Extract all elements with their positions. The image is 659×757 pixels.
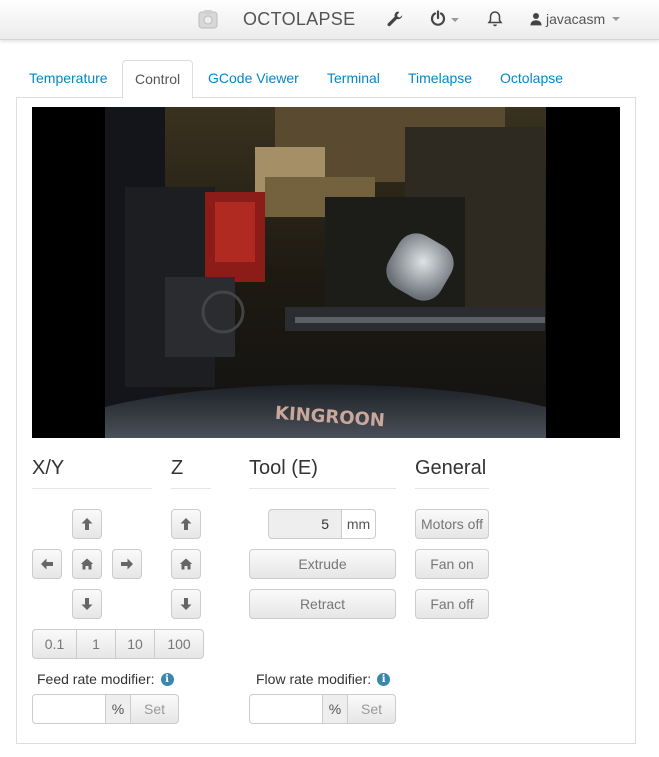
jog-y-minus-button[interactable] <box>72 589 102 619</box>
feed-rate-input[interactable] <box>32 694 106 724</box>
home-xy-button[interactable] <box>72 549 102 579</box>
section-title-tool: Tool (E) <box>249 457 318 479</box>
arrow-down-icon <box>180 598 192 610</box>
username: javacasm <box>546 11 606 27</box>
info-icon[interactable]: i <box>377 672 391 686</box>
divider <box>171 488 211 489</box>
extrude-amount-group: mm <box>268 509 376 539</box>
tab-bar: Temperature Control GCode Viewer Termina… <box>16 60 636 99</box>
extrude-amount-input[interactable] <box>268 509 342 539</box>
jog-y-plus-button[interactable] <box>72 509 102 539</box>
feed-rate-set-button[interactable]: Set <box>131 694 179 724</box>
step-100-button[interactable]: 100 <box>154 629 204 659</box>
step-1-button[interactable]: 1 <box>76 629 116 659</box>
fan-on-button[interactable]: Fan on <box>415 549 489 579</box>
arrow-right-icon <box>121 558 133 570</box>
flow-rate-label: Flow rate modifier: <box>256 671 372 687</box>
jog-z-plus-button[interactable] <box>171 509 201 539</box>
motors-off-button[interactable]: Motors off <box>415 509 489 539</box>
flow-rate-group: % Set <box>249 694 396 724</box>
home-z-button[interactable] <box>171 549 201 579</box>
jog-x-minus-button[interactable] <box>32 549 62 579</box>
tab-control[interactable]: Control <box>122 60 194 99</box>
bell-icon[interactable] <box>486 10 504 28</box>
divider <box>32 488 152 489</box>
flow-rate-unit: % <box>323 694 348 724</box>
feed-rate-unit: % <box>106 694 131 724</box>
feed-rate-group: % Set <box>32 694 179 724</box>
webcam-image: KINGROON <box>105 107 546 438</box>
user-icon <box>530 13 542 26</box>
brand-title[interactable]: OCTOLAPSE <box>243 9 355 30</box>
tab-timelapse[interactable]: Timelapse <box>396 60 484 98</box>
arrow-up-icon <box>81 518 93 530</box>
home-icon <box>80 558 94 570</box>
section-title-z: Z <box>171 457 184 479</box>
step-0.1-button[interactable]: 0.1 <box>32 629 77 659</box>
section-title-general: General <box>415 457 487 479</box>
fan-off-button[interactable]: Fan off <box>415 589 489 619</box>
webcam-stream: KINGROON <box>32 107 620 438</box>
octoprint-logo-icon[interactable] <box>197 8 219 30</box>
flow-rate-label-row: Flow rate modifier: i <box>256 671 391 687</box>
retract-button[interactable]: Retract <box>249 589 396 619</box>
user-menu[interactable]: javacasm <box>530 10 621 28</box>
section-title-xy: X/Y <box>32 457 65 479</box>
step-10-button[interactable]: 10 <box>115 629 155 659</box>
arrow-down-icon <box>81 598 93 610</box>
wrench-icon[interactable] <box>386 10 404 28</box>
divider <box>415 488 489 489</box>
navbar: OCTOLAPSE javacasm <box>0 0 659 40</box>
jog-x-plus-button[interactable] <box>112 549 142 579</box>
feed-rate-label-row: Feed rate modifier: i <box>37 671 174 687</box>
jog-step-size-group: 0.1 1 10 100 <box>32 629 204 659</box>
arrow-up-icon <box>180 518 192 530</box>
divider <box>249 488 396 489</box>
tab-gcode-viewer[interactable]: GCode Viewer <box>196 60 311 98</box>
flow-rate-set-button[interactable]: Set <box>348 694 396 724</box>
chevron-down-icon <box>612 17 621 21</box>
extrude-button[interactable]: Extrude <box>249 549 396 579</box>
flow-rate-input[interactable] <box>249 694 323 724</box>
home-icon <box>179 558 193 570</box>
tab-terminal[interactable]: Terminal <box>315 60 392 98</box>
info-icon[interactable]: i <box>160 672 174 686</box>
tab-temperature[interactable]: Temperature <box>17 60 120 98</box>
tab-octolapse[interactable]: Octolapse <box>488 60 575 98</box>
power-icon[interactable] <box>429 10 461 28</box>
arrow-left-icon <box>41 558 53 570</box>
feed-rate-label: Feed rate modifier: <box>37 671 155 687</box>
jog-z-minus-button[interactable] <box>171 589 201 619</box>
extrude-unit: mm <box>342 509 376 539</box>
